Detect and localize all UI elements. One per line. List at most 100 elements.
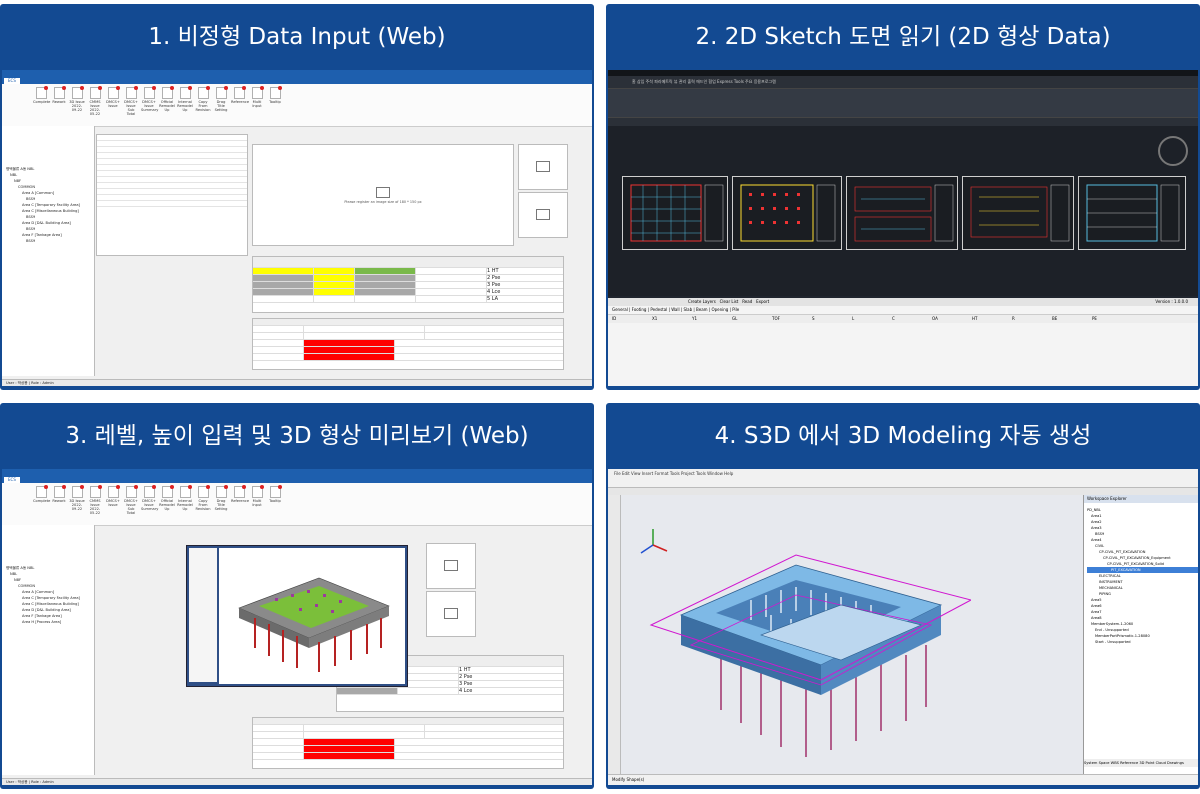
tab-pile[interactable]: Pile bbox=[732, 307, 739, 312]
document-icon bbox=[197, 485, 210, 498]
web-title-bar bbox=[2, 70, 592, 78]
image-placeholder-side[interactable] bbox=[426, 591, 476, 637]
tab-slab[interactable]: Slab bbox=[683, 307, 692, 312]
ribbon-multi-input-button[interactable]: Multi Input bbox=[249, 485, 265, 507]
ribbon-internal-remodel-button[interactable]: Internal Remodel Up bbox=[177, 86, 193, 112]
tab-space[interactable]: Space bbox=[1099, 761, 1110, 765]
pit-excavation-3d-model bbox=[640, 529, 973, 757]
panel-title: 3. 레벨, 높이 입력 및 3D 형상 미리보기 (Web) bbox=[65, 423, 529, 449]
document-icon bbox=[53, 86, 66, 99]
tree-item[interactable]: Start - Unsupported bbox=[1087, 639, 1198, 645]
image-icon bbox=[444, 559, 458, 571]
s3d-screenshot: File Edit View Insert Format Tools Proje… bbox=[608, 469, 1198, 785]
document-icon bbox=[35, 86, 48, 99]
ribbon-3d-issue-button[interactable]: 3D Issue 2022-09-22 bbox=[69, 86, 85, 112]
document-icon bbox=[233, 485, 246, 498]
item-grid bbox=[96, 134, 248, 256]
ribbon-complete-button[interactable]: Complete bbox=[33, 485, 50, 503]
ribbon-dmcs-subtotal-button[interactable]: DMCS+ Issue Sub Total bbox=[123, 485, 139, 515]
ribbon-copy-from-revision-button[interactable]: Copy From Revision bbox=[195, 485, 211, 511]
tab-wbs[interactable]: WBS bbox=[1111, 761, 1119, 765]
tab-system[interactable]: System bbox=[1084, 761, 1097, 765]
ribbon-drag-title-button[interactable]: Drag Title Setting bbox=[213, 485, 229, 511]
tab-reference[interactable]: Reference 3D bbox=[1120, 761, 1144, 765]
ribbon-tooltip-button[interactable]: Tooltip bbox=[267, 86, 283, 104]
table-label: 1 HT bbox=[487, 268, 499, 274]
document-icon bbox=[161, 485, 174, 498]
document-icon bbox=[197, 86, 210, 99]
image-placeholder-side[interactable] bbox=[426, 543, 476, 589]
axis-triad-icon bbox=[640, 529, 668, 554]
tab-opening[interactable]: Opening bbox=[711, 307, 728, 312]
plugin-tabs: General | Footing | Pedestal | Wall | Sl… bbox=[608, 306, 1198, 315]
panel-title: 1. 비정형 Data Input (Web) bbox=[148, 24, 446, 50]
tab-ecs[interactable]: ECS bbox=[4, 78, 20, 84]
ribbon-official-remodel-button[interactable]: Official Remodel Up bbox=[159, 485, 175, 511]
cad-ribbon bbox=[608, 89, 1198, 118]
tab-general[interactable]: General bbox=[612, 307, 628, 312]
version-label: Version : 1.0.0.0 bbox=[1155, 299, 1188, 304]
tab-pointcloud[interactable]: Point Cloud bbox=[1146, 761, 1166, 765]
panel-s3d-modeling: 4. S3D 에서 3D Modeling 자동 생성 File Edit Vi… bbox=[606, 403, 1200, 789]
document-icon bbox=[125, 485, 138, 498]
document-icon bbox=[89, 485, 102, 498]
info-icon bbox=[269, 86, 282, 99]
ribbon-multi-input-button[interactable]: Multi Input bbox=[249, 86, 265, 108]
tab-beam[interactable]: Beam bbox=[696, 307, 708, 312]
ribbon-complete-button[interactable]: Complete bbox=[33, 86, 50, 104]
document-icon bbox=[71, 86, 84, 99]
tree-item[interactable]: Area H [Process Area] bbox=[6, 619, 94, 625]
image-placeholder-main[interactable]: Please register an image size of 180 * 1… bbox=[252, 144, 514, 246]
ribbon-dmcs-issue-button[interactable]: DMCS+ Issue bbox=[105, 86, 121, 108]
ribbon-dmcs-summary-button[interactable]: DMCS+ Issue Summary bbox=[141, 485, 158, 511]
ribbon-tooltip-button[interactable]: Tooltip bbox=[267, 485, 283, 503]
preview-viewport[interactable] bbox=[219, 548, 405, 684]
image-placeholder-side[interactable] bbox=[518, 144, 568, 190]
ribbon-3d-issue-button[interactable]: 3D Issue 2022-09-22 bbox=[69, 485, 85, 511]
table-label: 2 Pse bbox=[487, 275, 501, 281]
tab-drawings[interactable]: Drawings bbox=[1167, 761, 1184, 765]
work-area: Please register an image size of 180 * 1… bbox=[96, 126, 592, 376]
ribbon-cmms-issue-button[interactable]: CMMS Issue 2022-05-22 bbox=[87, 86, 103, 116]
ribbon-dmcs-subtotal-button[interactable]: DMCS+ Issue Sub Total bbox=[123, 86, 139, 116]
ribbon-rework-button[interactable]: Rework bbox=[51, 485, 67, 503]
export-button[interactable]: Export bbox=[756, 299, 769, 304]
ribbon-dmcs-summary-button[interactable]: DMCS+ Issue Summary bbox=[141, 86, 158, 112]
ribbon-reference-button[interactable]: Reference bbox=[231, 485, 249, 503]
document-icon bbox=[161, 86, 174, 99]
tree-item[interactable]: BSS9 bbox=[6, 238, 94, 244]
ribbon-rework-button[interactable]: Rework bbox=[51, 86, 67, 104]
web-app-screenshot: ECS Complete Rework 3D Issue 2022-09-22 … bbox=[2, 70, 592, 386]
ribbon-drag-title-button[interactable]: Drag Title Setting bbox=[213, 86, 229, 112]
tab-ecs[interactable]: ECS bbox=[4, 477, 20, 483]
document-icon bbox=[179, 485, 192, 498]
ribbon-copy-from-revision-button[interactable]: Copy From Revision bbox=[195, 86, 211, 112]
3d-preview-dialog[interactable] bbox=[186, 545, 408, 687]
project-tree-sidebar: 평택물류 A동 NBL NBL N8F COMMON Area A [Commo… bbox=[2, 126, 95, 376]
read-button[interactable]: Read bbox=[742, 299, 752, 304]
ribbon-dmcs-issue-button[interactable]: DMCS+ Issue bbox=[105, 485, 121, 507]
s3d-graphic-view[interactable] bbox=[621, 495, 1083, 775]
plugin-button-row: Create Layers Clear List Read Export Ver… bbox=[608, 298, 1198, 306]
drawing-plan bbox=[630, 184, 724, 242]
tab-pedestal[interactable]: Pedestal bbox=[650, 307, 667, 312]
tab-wall[interactable]: Wall bbox=[671, 307, 679, 312]
web-title-bar bbox=[2, 469, 592, 477]
s3d-left-toolbar bbox=[608, 495, 621, 775]
cad-drawing-canvas[interactable] bbox=[608, 126, 1198, 296]
autocad-screenshot: 홈 삽입 주석 파라메트릭 뷰 관리 출력 애드인 협업 Express Too… bbox=[608, 70, 1198, 386]
ribbon-official-remodel-button[interactable]: Official Remodel Up bbox=[159, 86, 175, 112]
image-placeholder-side[interactable] bbox=[518, 192, 568, 238]
panel-title: 4. S3D 에서 3D Modeling 자동 생성 bbox=[714, 423, 1092, 449]
ribbon-cmms-issue-button[interactable]: CMMS Issue 2022-05-22 bbox=[87, 485, 103, 515]
ribbon-internal-remodel-button[interactable]: Internal Remodel Up bbox=[177, 485, 193, 511]
clear-list-button[interactable]: Clear List bbox=[720, 299, 739, 304]
create-layers-button[interactable]: Create Layers bbox=[688, 299, 716, 304]
document-icon bbox=[125, 86, 138, 99]
tab-footing[interactable]: Footing bbox=[632, 307, 647, 312]
s3d-status-bar: Modify Shape(s) bbox=[608, 774, 1198, 785]
document-icon bbox=[251, 485, 264, 498]
viewcube-icon[interactable] bbox=[1158, 136, 1188, 166]
explorer-tree: PD_NBL Area1 Area2 Area3 BSS9 Area4 CIVI… bbox=[1084, 503, 1198, 645]
ribbon-reference-button[interactable]: Reference bbox=[231, 86, 249, 104]
